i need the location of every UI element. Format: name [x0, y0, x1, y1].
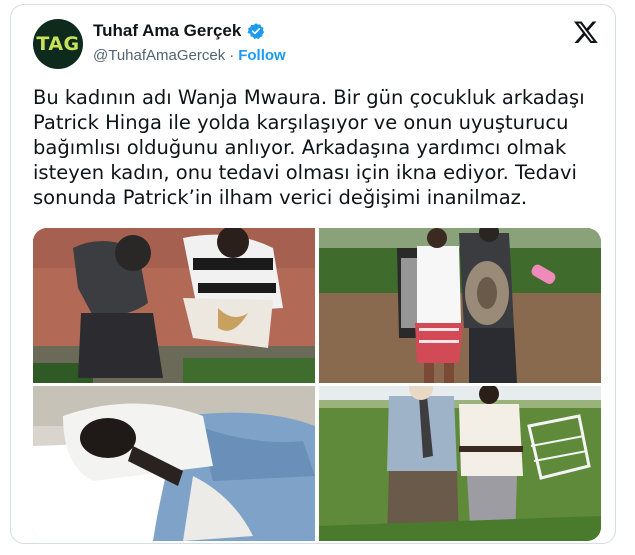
photo-after-recovery[interactable]	[319, 386, 601, 541]
verified-badge-icon	[247, 23, 265, 40]
tweet-card: TAG Tuhaf Ama Gerçek @TuhafAmaGercek · F…	[10, 4, 616, 544]
tweet-text: Bu kadının adı Wanja Mwaura. Bir gün çoc…	[33, 86, 585, 209]
photo-standing-together[interactable]	[319, 228, 601, 383]
avatar-text: TAG	[36, 33, 80, 55]
separator-dot: ·	[229, 47, 235, 64]
follow-button[interactable]: Follow	[238, 47, 286, 64]
handle[interactable]: @TuhafAmaGercek	[93, 47, 225, 64]
handle-row: @TuhafAmaGercek · Follow	[93, 47, 286, 64]
media-grid	[33, 228, 601, 541]
photo-hospital-bed[interactable]	[33, 386, 315, 541]
photo-roadside-meeting[interactable]	[33, 228, 315, 383]
author-name-row: Tuhaf Ama Gerçek	[93, 21, 265, 41]
display-name[interactable]: Tuhaf Ama Gerçek	[93, 21, 241, 41]
avatar[interactable]: TAG	[33, 19, 83, 69]
x-logo-icon[interactable]	[573, 19, 599, 45]
